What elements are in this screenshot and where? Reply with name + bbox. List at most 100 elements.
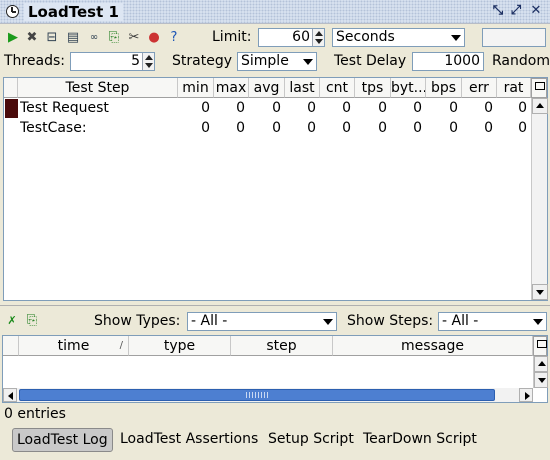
threads-label: Threads: xyxy=(4,53,65,69)
tab-loadtest-assertions[interactable]: LoadTest Assertions xyxy=(116,428,262,452)
tools-icon[interactable]: ✂ xyxy=(126,30,142,46)
log-table: time / type step message xyxy=(2,335,548,403)
column-header-err[interactable]: err xyxy=(462,78,497,98)
column-selector-icon[interactable] xyxy=(533,336,547,356)
test-step-name: TestCase: xyxy=(20,120,87,136)
column-header-min[interactable]: min xyxy=(178,78,214,98)
spinner-arrows-icon[interactable] xyxy=(312,29,324,46)
strategy-value: Simple xyxy=(241,53,289,69)
splitter[interactable] xyxy=(0,305,550,306)
stat-tps: 0 xyxy=(378,120,387,136)
column-header-message[interactable]: message xyxy=(333,336,533,356)
column-header-time-label: time xyxy=(57,338,90,354)
graph-icon[interactable]: ▤ xyxy=(65,30,81,46)
threads-value: 5 xyxy=(131,53,140,69)
window-title: LoadTest 1 xyxy=(24,3,123,21)
column-header-bps[interactable]: bps xyxy=(426,78,462,98)
column-selector-icon[interactable] xyxy=(531,78,547,98)
column-header-cnt[interactable]: cnt xyxy=(320,78,355,98)
spinner-arrows-icon[interactable] xyxy=(142,53,154,70)
scroll-left-icon[interactable] xyxy=(3,388,17,402)
stat-last: 0 xyxy=(307,100,316,116)
column-header-time[interactable]: time / xyxy=(19,336,129,356)
stats-vertical-scrollbar[interactable] xyxy=(531,98,548,300)
cancel-icon[interactable]: ✖ xyxy=(24,30,40,46)
minimize-icon[interactable]: ⤡ xyxy=(490,3,506,19)
help-icon[interactable]: ? xyxy=(166,30,182,46)
scroll-right-icon[interactable] xyxy=(519,388,533,402)
stat-avg: 0 xyxy=(272,100,281,116)
column-header-rat[interactable]: rat xyxy=(497,78,531,98)
run-icon[interactable]: ▶ xyxy=(5,30,21,46)
close-icon[interactable]: ✕ xyxy=(528,3,544,19)
show-types-label: Show Types: xyxy=(94,313,181,329)
stat-err: 0 xyxy=(484,120,493,136)
stat-cnt: 0 xyxy=(342,120,351,136)
dropdown-arrow-icon xyxy=(323,319,333,325)
tab-setup-script[interactable]: Setup Script xyxy=(264,428,358,452)
tab-teardown-script[interactable]: TearDown Script xyxy=(359,428,481,452)
show-steps-label: Show Steps: xyxy=(347,313,434,329)
stat-bytes: 0 xyxy=(413,120,422,136)
scroll-up-icon[interactable] xyxy=(532,98,548,114)
statistics-icon[interactable]: ∞ xyxy=(86,30,102,46)
options-icon[interactable]: ⊟ xyxy=(44,30,60,46)
column-header-last[interactable]: last xyxy=(285,78,320,98)
scrollbar-thumb[interactable] xyxy=(19,389,495,401)
column-header-step[interactable]: step xyxy=(231,336,333,356)
statistics-table: Test Step min max avg last cnt tps byt..… xyxy=(3,77,548,301)
dropdown-arrow-icon xyxy=(533,319,543,325)
limit-unit-value: Seconds xyxy=(336,29,395,45)
sort-icon: / xyxy=(119,340,123,351)
column-header-avg[interactable]: avg xyxy=(249,78,285,98)
entries-count: 0 entries xyxy=(4,406,66,422)
monitor-icon[interactable]: ● xyxy=(146,30,162,46)
stat-rat: 0 xyxy=(518,100,527,116)
progress-field xyxy=(482,28,546,47)
show-steps-value: - All - xyxy=(442,313,479,329)
column-header-max[interactable]: max xyxy=(214,78,249,98)
limit-unit-select[interactable]: Seconds xyxy=(332,28,465,47)
export-icon[interactable]: ⎘ xyxy=(106,30,122,46)
scroll-down-icon[interactable] xyxy=(532,284,548,300)
log-vertical-scrollbar[interactable] xyxy=(533,356,548,388)
stat-bps: 0 xyxy=(449,120,458,136)
stat-bps: 0 xyxy=(449,100,458,116)
column-header-type[interactable]: type xyxy=(129,336,231,356)
threads-spinner[interactable]: 5 xyxy=(70,52,155,71)
stat-min: 0 xyxy=(201,100,210,116)
show-types-select[interactable]: - All - xyxy=(187,312,337,331)
column-header-test-step[interactable]: Test Step xyxy=(18,78,178,98)
stat-err: 0 xyxy=(484,100,493,116)
test-delay-value: 1000 xyxy=(444,53,480,69)
stat-rat: 0 xyxy=(518,120,527,136)
export-log-icon[interactable]: ⎘ xyxy=(24,313,40,329)
scroll-down-icon[interactable] xyxy=(534,372,548,388)
column-header-bytes[interactable]: byt... xyxy=(391,78,426,98)
stat-cnt: 0 xyxy=(342,100,351,116)
tab-loadtest-log[interactable]: LoadTest Log xyxy=(12,428,113,452)
show-types-value: - All - xyxy=(191,313,228,329)
dropdown-arrow-icon xyxy=(303,59,313,65)
stat-tps: 0 xyxy=(378,100,387,116)
dropdown-arrow-icon xyxy=(451,35,461,41)
column-header-tps[interactable]: tps xyxy=(355,78,391,98)
row-header-corner xyxy=(3,336,19,356)
test-step-name: Test Request xyxy=(20,100,109,116)
show-steps-select[interactable]: - All - xyxy=(438,312,547,331)
strategy-label: Strategy xyxy=(172,53,232,69)
strategy-select[interactable]: Simple xyxy=(237,52,317,71)
test-delay-label: Test Delay xyxy=(334,53,407,69)
stat-max: 0 xyxy=(236,120,245,136)
scroll-up-icon[interactable] xyxy=(534,356,548,372)
limit-label: Limit: xyxy=(212,29,252,45)
random-label: Random xyxy=(492,53,550,69)
test-delay-input[interactable]: 1000 xyxy=(412,52,484,71)
restore-icon[interactable]: ⤢ xyxy=(508,3,524,19)
limit-spinner[interactable]: 60 xyxy=(258,28,325,47)
log-horizontal-scrollbar[interactable] xyxy=(3,388,533,402)
clear-log-icon[interactable]: ✗ xyxy=(4,313,20,329)
selected-row-marker xyxy=(5,99,18,118)
stat-min: 0 xyxy=(201,120,210,136)
title-bar: LoadTest 1 ⤡ ⤢ ✕ xyxy=(0,0,550,24)
